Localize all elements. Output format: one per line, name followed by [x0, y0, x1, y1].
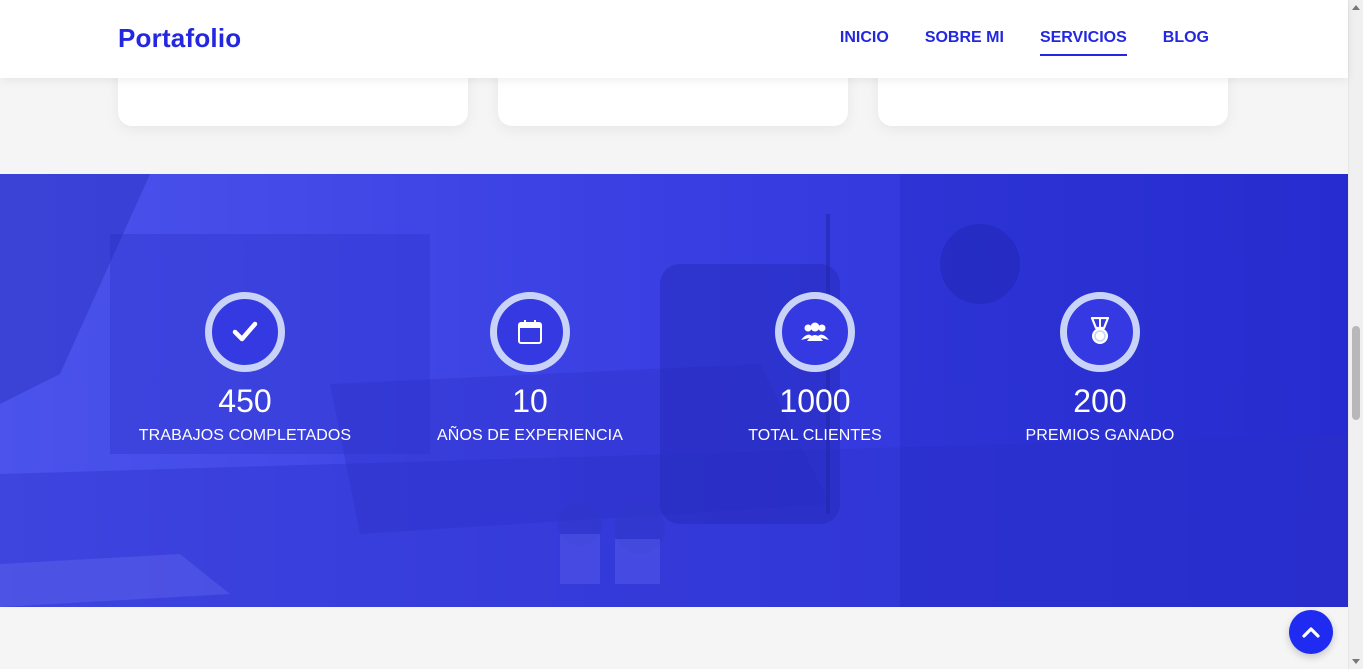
medal-icon: [1090, 317, 1110, 344]
stat-label: TRABAJOS COMPLETADOS: [138, 427, 352, 444]
scrollbar-thumb[interactable]: [1352, 326, 1360, 420]
calendar-icon: [518, 320, 542, 344]
stat-ring: [205, 292, 285, 372]
back-to-top-button[interactable]: [1289, 610, 1333, 654]
page: Portafolio INICIO SOBRE MI SERVICIOS BLO…: [0, 0, 1348, 669]
navbar: Portafolio INICIO SOBRE MI SERVICIOS BLO…: [0, 0, 1348, 78]
stats-section: 450 TRABAJOS COMPLETADOS 10 AÑOS DE EXPE…: [0, 174, 1348, 607]
nav-link-sobre-mi[interactable]: SOBRE MI: [925, 29, 1004, 55]
stat-ring: [1060, 292, 1140, 372]
chevron-up-icon: [1302, 627, 1320, 638]
stat-label: TOTAL CLIENTES: [748, 427, 882, 444]
stat-item: 200 PREMIOS GANADO: [970, 292, 1230, 445]
stat-value: 450: [218, 383, 272, 419]
nav-link-inicio[interactable]: INICIO: [840, 29, 889, 55]
users-icon: [801, 322, 829, 341]
check-icon: [232, 321, 258, 342]
stat-value: 1000: [779, 383, 851, 419]
nav-link-servicios[interactable]: SERVICIOS: [1039, 29, 1127, 56]
scroll-down-arrow-icon[interactable]: [1352, 659, 1360, 664]
stat-label: PREMIOS GANADO: [1025, 427, 1175, 444]
stat-ring: [775, 292, 855, 372]
stat-item: 1000 TOTAL CLIENTES: [685, 292, 945, 445]
stat-label: AÑOS DE EXPERIENCIA: [437, 427, 623, 444]
brand-logo[interactable]: Portafolio: [118, 23, 241, 54]
stat-item: 450 TRABAJOS COMPLETADOS: [115, 292, 375, 445]
scrollbar[interactable]: [1348, 0, 1363, 669]
main-nav: INICIO SOBRE MI SERVICIOS BLOG: [840, 29, 1209, 56]
stat-ring: [490, 292, 570, 372]
stat-value: 10: [512, 383, 548, 419]
stat-item: 10 AÑOS DE EXPERIENCIA: [400, 292, 660, 445]
scroll-up-arrow-icon[interactable]: [1352, 5, 1360, 10]
nav-link-blog[interactable]: BLOG: [1163, 29, 1209, 55]
stat-value: 200: [1073, 383, 1127, 419]
